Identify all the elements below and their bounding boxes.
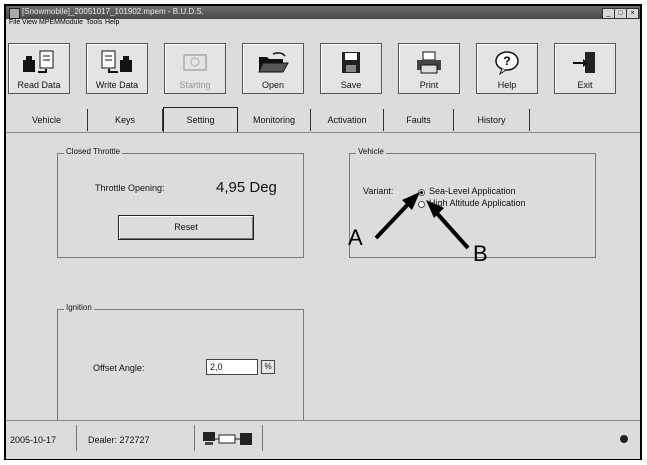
save-button[interactable]: Save — [320, 43, 382, 94]
read-data-icon — [23, 50, 54, 73]
tab-faults[interactable]: Faults — [384, 109, 454, 131]
starting-label: Starting — [179, 80, 211, 90]
read-data-button[interactable]: Read Data — [8, 43, 70, 94]
open-button[interactable]: Open — [242, 43, 304, 94]
setting-panel: Closed Throttle Throttle Opening: 4,95 D… — [6, 132, 640, 422]
close-icon[interactable]: × — [626, 8, 639, 19]
tab-monitoring[interactable]: Monitoring — [238, 109, 311, 131]
window-title: [Snowmobile]_20051017_101902.mpem - B.U.… — [22, 7, 204, 16]
write-data-button[interactable]: Write Data — [86, 43, 148, 94]
ignition-caption: Ignition — [64, 303, 94, 312]
tab-history[interactable]: History — [454, 109, 530, 131]
starting-button[interactable]: Starting — [164, 43, 226, 94]
status-indicator-icon — [620, 435, 628, 443]
closed-throttle-group: Closed Throttle Throttle Opening: 4,95 D… — [57, 147, 304, 258]
read-data-label: Read Data — [17, 80, 61, 90]
offset-angle-label: Offset Angle: — [93, 363, 145, 373]
exit-button[interactable]: Exit — [554, 43, 616, 94]
print-label: Print — [419, 80, 439, 90]
vehicle-caption: Vehicle — [356, 147, 386, 156]
throttle-opening-value: 4,95 Deg — [216, 179, 277, 196]
toolbar: Read Data Write Data Starting Open Save … — [6, 30, 640, 109]
menu-tools[interactable]: Tools — [86, 19, 102, 26]
application-window: [Snowmobile]_20051017_101902.mpem - B.U.… — [4, 4, 642, 460]
title-bar: [Snowmobile]_20051017_101902.mpem - B.U.… — [6, 6, 640, 19]
exit-label: Exit — [577, 80, 593, 90]
status-separator — [76, 425, 77, 451]
menu-view[interactable]: View — [22, 19, 37, 26]
floppy-disk-icon — [342, 52, 360, 73]
tab-setting[interactable]: Setting — [163, 107, 238, 132]
help-icon: ? — [495, 51, 519, 76]
starting-icon — [183, 54, 207, 71]
tab-activation[interactable]: Activation — [311, 109, 384, 131]
menu-mpem[interactable]: MPEM — [39, 19, 60, 26]
svg-text:?: ? — [503, 54, 510, 68]
help-label: Help — [497, 80, 517, 90]
folder-open-icon — [258, 52, 289, 73]
offset-angle-input[interactable]: 2,0 — [206, 359, 258, 375]
throttle-opening-label: Throttle Opening: — [95, 183, 165, 193]
tab-bar: Vehicle Keys Setting Monitoring Activati… — [6, 107, 640, 132]
callout-b-label: B — [473, 241, 488, 266]
write-data-icon — [101, 50, 132, 73]
closed-throttle-caption: Closed Throttle — [64, 147, 123, 156]
offset-angle-spin-button[interactable]: % — [261, 360, 275, 374]
tab-keys[interactable]: Keys — [88, 109, 163, 131]
write-data-label: Write Data — [95, 80, 139, 90]
status-dealer: Dealer: 272727 — [88, 435, 150, 445]
app-icon — [9, 8, 20, 19]
menu-bar: File View MPEM Module Tools Help — [6, 19, 640, 30]
printer-icon — [417, 51, 441, 74]
status-separator — [262, 425, 263, 451]
menu-module[interactable]: Module — [60, 19, 83, 26]
open-label: Open — [261, 80, 285, 90]
status-bar: 2005-10-17 Dealer: 272727 — [6, 420, 640, 459]
tab-vehicle[interactable]: Vehicle — [6, 109, 88, 131]
arrow-b-icon — [426, 200, 470, 250]
help-button[interactable]: ? Help — [476, 43, 538, 94]
exit-icon — [573, 52, 595, 73]
arrow-a-icon — [374, 192, 420, 240]
reset-button[interactable]: Reset — [118, 215, 254, 240]
status-date: 2005-10-17 — [10, 435, 57, 445]
print-button[interactable]: Print — [398, 43, 460, 94]
ignition-group: Ignition Offset Angle: 2,0 % — [57, 303, 304, 422]
connection-status-icon — [203, 432, 252, 445]
menu-help[interactable]: Help — [105, 19, 119, 26]
save-label: Save — [340, 80, 362, 90]
status-separator — [194, 425, 195, 451]
menu-file[interactable]: File — [9, 19, 20, 26]
callout-a-label: A — [348, 225, 363, 250]
